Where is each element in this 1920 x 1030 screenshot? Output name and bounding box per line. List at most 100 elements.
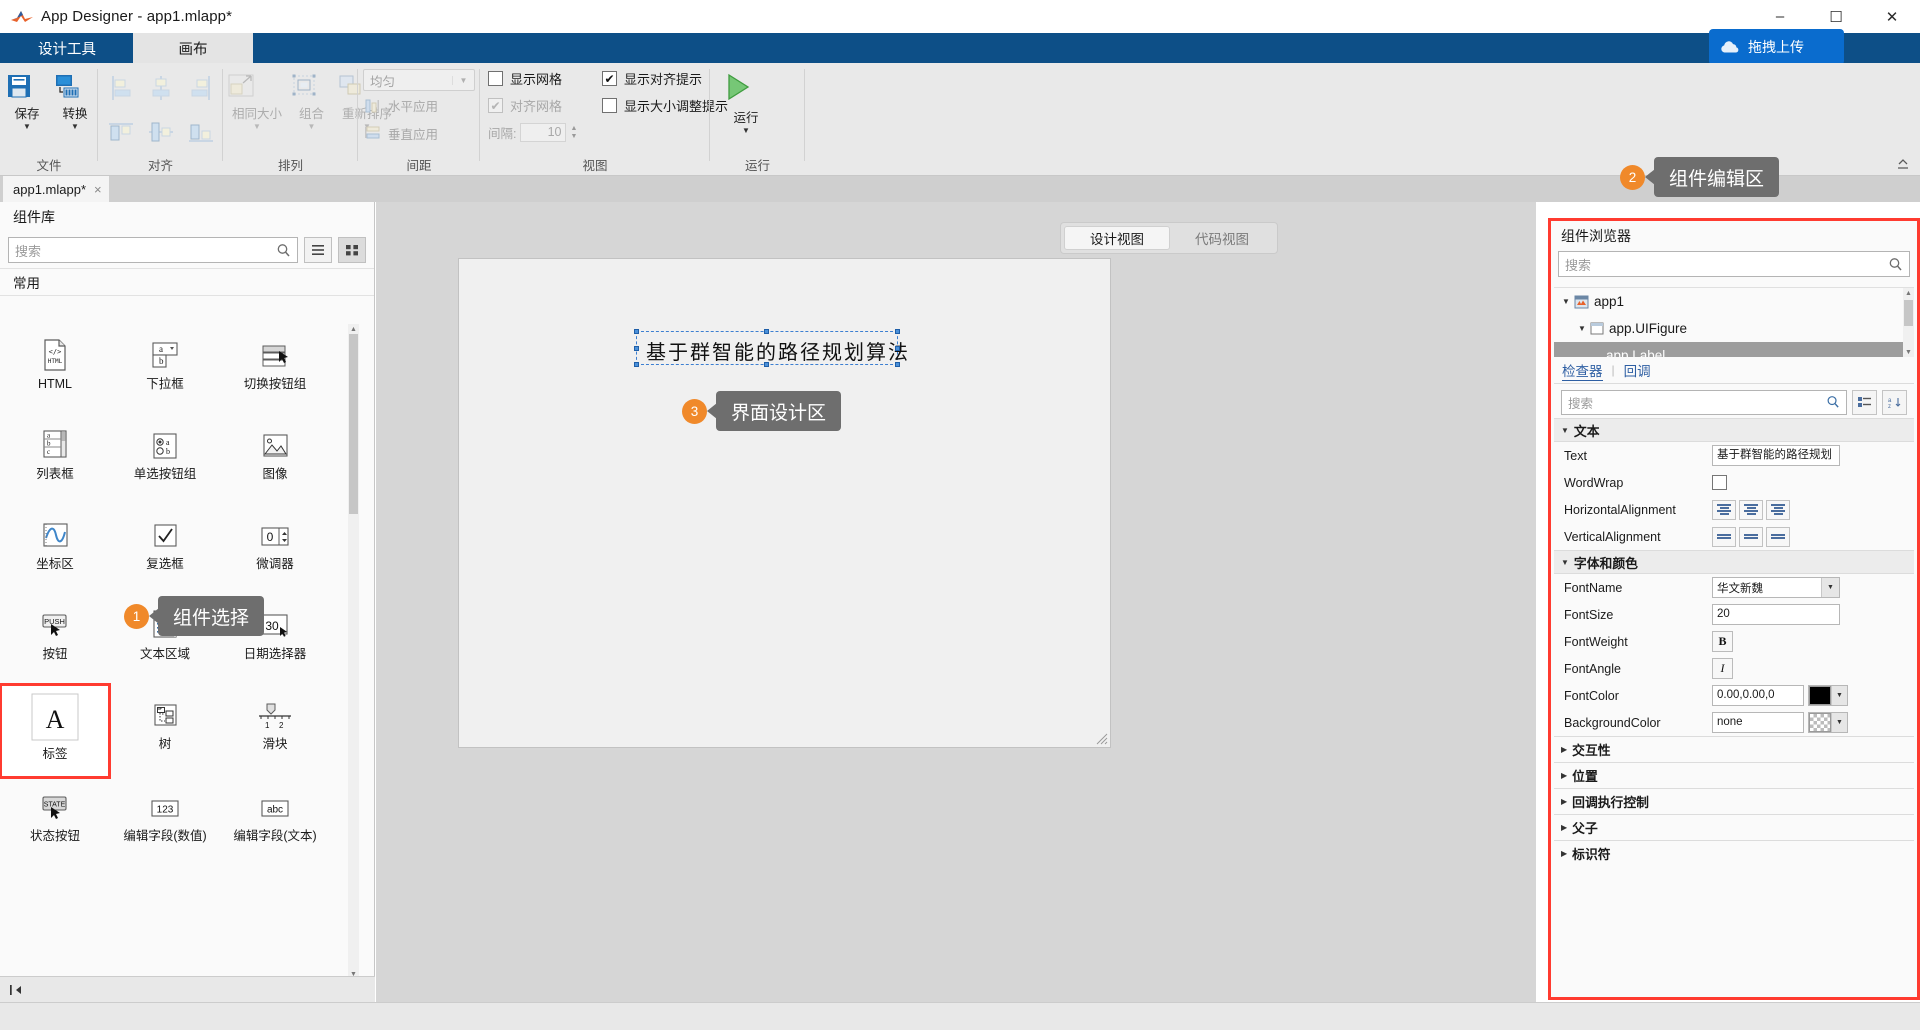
align-middle-button[interactable] [146, 119, 176, 145]
tab-design-view[interactable]: 设计视图 [1064, 226, 1170, 250]
component-item-slider[interactable]: 12 滑块 [220, 690, 330, 752]
tree-node-label-selected[interactable]: app.Label [1554, 342, 1914, 357]
run-caret-icon[interactable]: ▼ [720, 127, 772, 135]
save-button[interactable]: 保存 ▼ [4, 71, 50, 131]
component-item-tree[interactable]: 树 [110, 690, 220, 752]
upload-button[interactable]: 拖拽上传 [1709, 29, 1844, 65]
wordwrap-checkbox[interactable] [1712, 475, 1727, 490]
tab-canvas[interactable]: 画布 [133, 33, 253, 63]
property-section-font-color[interactable]: ▼ 字体和颜色 [1554, 550, 1914, 574]
document-tab-app1[interactable]: app1.mlapp* × [3, 176, 109, 202]
sort-alpha-icon[interactable]: az [1882, 389, 1907, 415]
scrollbar-thumb[interactable] [1904, 300, 1913, 326]
backgroundcolor-value[interactable]: none [1712, 712, 1804, 733]
tree-scrollbar[interactable]: ▲ ▼ [1903, 288, 1914, 357]
bold-button[interactable]: B [1712, 631, 1733, 652]
tab-design-tools[interactable]: 设计工具 [8, 33, 126, 63]
component-item-listbox[interactable]: abc 列表框 [0, 420, 110, 482]
close-icon[interactable]: × [94, 182, 102, 197]
italic-button[interactable]: I [1712, 658, 1733, 679]
same-size-caret-icon[interactable]: ▼ [225, 123, 289, 131]
component-library-scrollbar[interactable]: ▲ ▼ [348, 324, 359, 980]
valign-middle-button[interactable] [1739, 526, 1763, 547]
align-center-button[interactable] [146, 75, 176, 101]
component-item-push-button[interactable]: PUSH 按钮 [0, 600, 110, 662]
valign-bottom-button[interactable] [1766, 526, 1790, 547]
resize-handle-se[interactable] [895, 362, 900, 367]
component-item-text-edit-field[interactable]: abc 编辑字段(文本) [220, 782, 330, 844]
collapse-panel-icon[interactable] [8, 983, 26, 997]
label-selection-box[interactable]: 基于群智能的路径规划算法 [634, 329, 908, 367]
component-browser-search-input[interactable]: 搜索 [1558, 251, 1910, 277]
resize-handle-s[interactable] [764, 362, 769, 367]
tab-inspector[interactable]: 检查器 [1562, 360, 1603, 381]
tab-code-view[interactable]: 代码视图 [1170, 226, 1274, 250]
align-right-button[interactable] [1766, 499, 1790, 520]
grid-view-icon[interactable] [338, 237, 366, 263]
search-input[interactable]: 搜索 [8, 237, 298, 263]
valign-top-button[interactable] [1712, 526, 1736, 547]
chevron-down-icon[interactable]: ▼ [1574, 324, 1590, 333]
show-grid-checkbox[interactable]: 显示网格 [488, 69, 562, 88]
component-item-html[interactable]: </> HTML HTML [0, 330, 110, 392]
stepper-arrows-icon[interactable]: ▲ ▼ [570, 125, 577, 140]
align-top-button[interactable] [106, 119, 136, 145]
fontcolor-value[interactable]: 0.00,0.00,0 [1712, 685, 1804, 706]
component-item-state-button[interactable]: STATE 状态按钮 [0, 782, 110, 844]
grid-spacing-stepper[interactable]: 间隔: 10 ▲ ▼ [488, 123, 577, 142]
list-view-icon[interactable] [304, 237, 332, 263]
align-center-button[interactable] [1739, 499, 1763, 520]
scroll-down-icon[interactable]: ▼ [1904, 347, 1913, 357]
figure-resize-grip[interactable] [1095, 732, 1108, 745]
fontname-combo[interactable]: 华文新魏 ▼ [1712, 577, 1840, 598]
text-field[interactable]: 基于群智能的路径规划 [1712, 445, 1840, 466]
resize-handle-sw[interactable] [634, 362, 639, 367]
ui-figure-canvas[interactable]: 基于群智能的路径规划算法 [458, 258, 1111, 748]
convert-button[interactable]: 转换 ▼ [52, 71, 98, 131]
group-caret-icon[interactable]: ▼ [289, 123, 334, 131]
chevron-down-icon[interactable]: ▼ [1558, 297, 1574, 306]
align-right-button[interactable] [186, 75, 216, 101]
fontsize-field[interactable]: 20 [1712, 604, 1840, 625]
property-section-identifiers[interactable]: ▶ 标识符 [1554, 840, 1914, 866]
apply-horizontal-button[interactable]: 水平应用 [364, 96, 438, 115]
resize-handle-ne[interactable] [895, 329, 900, 334]
component-item-image[interactable]: 图像 [220, 420, 330, 482]
tab-callbacks[interactable]: 回调 [1624, 360, 1651, 380]
component-item-checkbox[interactable]: 复选框 [110, 510, 220, 572]
property-section-text[interactable]: ▼ 文本 [1554, 418, 1914, 442]
group-button[interactable]: 组合 ▼ [289, 71, 334, 131]
scroll-up-icon[interactable]: ▲ [1904, 288, 1913, 299]
run-button[interactable]: 运行 ▼ [720, 71, 772, 135]
resize-handle-e[interactable] [895, 346, 900, 351]
property-section-position[interactable]: ▶ 位置 [1554, 762, 1914, 788]
resize-handle-n[interactable] [764, 329, 769, 334]
sort-category-icon[interactable] [1852, 389, 1877, 415]
component-item-radio-button-group[interactable]: ab 单选按钮组 [110, 420, 220, 482]
component-item-toggle-button-group[interactable]: 切换按钮组 [220, 330, 330, 392]
same-size-button[interactable]: 相同大小 ▼ [225, 71, 289, 131]
close-button[interactable]: ✕ [1864, 0, 1920, 33]
align-bottom-button[interactable] [186, 119, 216, 145]
align-left-button[interactable] [106, 75, 136, 101]
resize-handle-nw[interactable] [634, 329, 639, 334]
property-section-parent-child[interactable]: ▶ 父子 [1554, 814, 1914, 840]
property-search-input[interactable]: 搜索 [1561, 389, 1847, 415]
convert-caret-icon[interactable]: ▼ [52, 123, 98, 131]
show-alignment-hints-checkbox[interactable]: ✔ 显示对齐提示 [602, 69, 702, 88]
collapse-ribbon-icon[interactable] [1896, 157, 1910, 171]
backgroundcolor-picker[interactable]: ▼ [1808, 712, 1848, 733]
component-item-dropdown[interactable]: ab 下拉框 [110, 330, 220, 392]
component-item-label[interactable]: A 标签 [0, 683, 111, 779]
fontcolor-picker[interactable]: ▼ [1808, 685, 1848, 706]
component-item-axes[interactable]: 坐标区 [0, 510, 110, 572]
align-left-button[interactable] [1712, 499, 1736, 520]
snap-to-grid-checkbox[interactable]: ✔ 对齐网格 [488, 96, 562, 115]
spacing-dropdown[interactable]: 均匀 ▼ [363, 69, 475, 91]
tree-node-uifigure[interactable]: ▼ app.UIFigure [1554, 315, 1914, 342]
resize-handle-w[interactable] [634, 346, 639, 351]
property-section-interactivity[interactable]: ▶ 交互性 [1554, 736, 1914, 762]
property-section-callback-execution[interactable]: ▶ 回调执行控制 [1554, 788, 1914, 814]
component-item-spinner[interactable]: 0 微调器 [220, 510, 330, 572]
apply-vertical-button[interactable]: 垂直应用 [364, 124, 438, 143]
